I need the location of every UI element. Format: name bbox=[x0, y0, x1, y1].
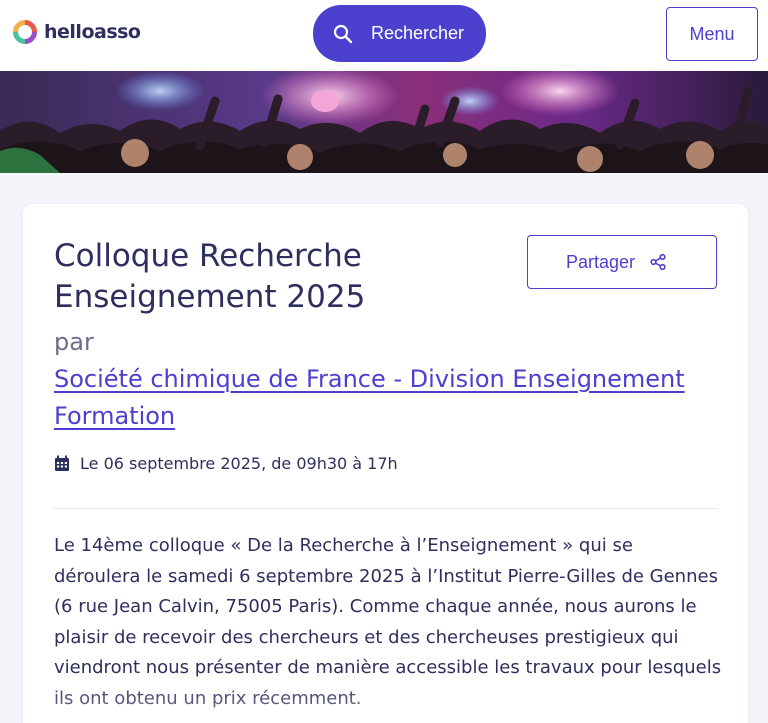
concert-crowd-photo bbox=[0, 71, 768, 173]
search-button-label: Rechercher bbox=[371, 23, 465, 43]
logo-text: helloasso bbox=[44, 21, 141, 43]
event-date-label: Le 06 septembre 2025, de 09h30 à 17h bbox=[80, 454, 398, 473]
divider bbox=[54, 508, 717, 509]
menu-button[interactable]: Menu bbox=[666, 7, 758, 61]
event-title: Colloque Recherche Enseignement 2025 bbox=[54, 238, 366, 315]
share-button-label: Partager bbox=[566, 251, 636, 272]
event-card: Colloque Recherche Enseignement 2025 Par… bbox=[23, 204, 748, 723]
description-fade bbox=[23, 674, 748, 723]
event-date: Le 06 septembre 2025, de 09h30 à 17h bbox=[54, 454, 398, 473]
helloasso-logo[interactable]: helloasso bbox=[12, 19, 141, 45]
top-header: helloasso Rechercher Menu bbox=[0, 0, 768, 71]
search-icon bbox=[333, 24, 353, 43]
event-banner-image bbox=[0, 71, 768, 173]
logo-mark-icon bbox=[13, 20, 37, 44]
search-button[interactable]: Rechercher bbox=[313, 5, 486, 62]
calendar-icon bbox=[55, 455, 69, 471]
share-button[interactable]: Partager bbox=[527, 235, 717, 289]
share-icon bbox=[650, 253, 666, 271]
by-label: par bbox=[54, 328, 94, 356]
organizer-link[interactable]: Société chimique de France - Division En… bbox=[54, 361, 714, 435]
